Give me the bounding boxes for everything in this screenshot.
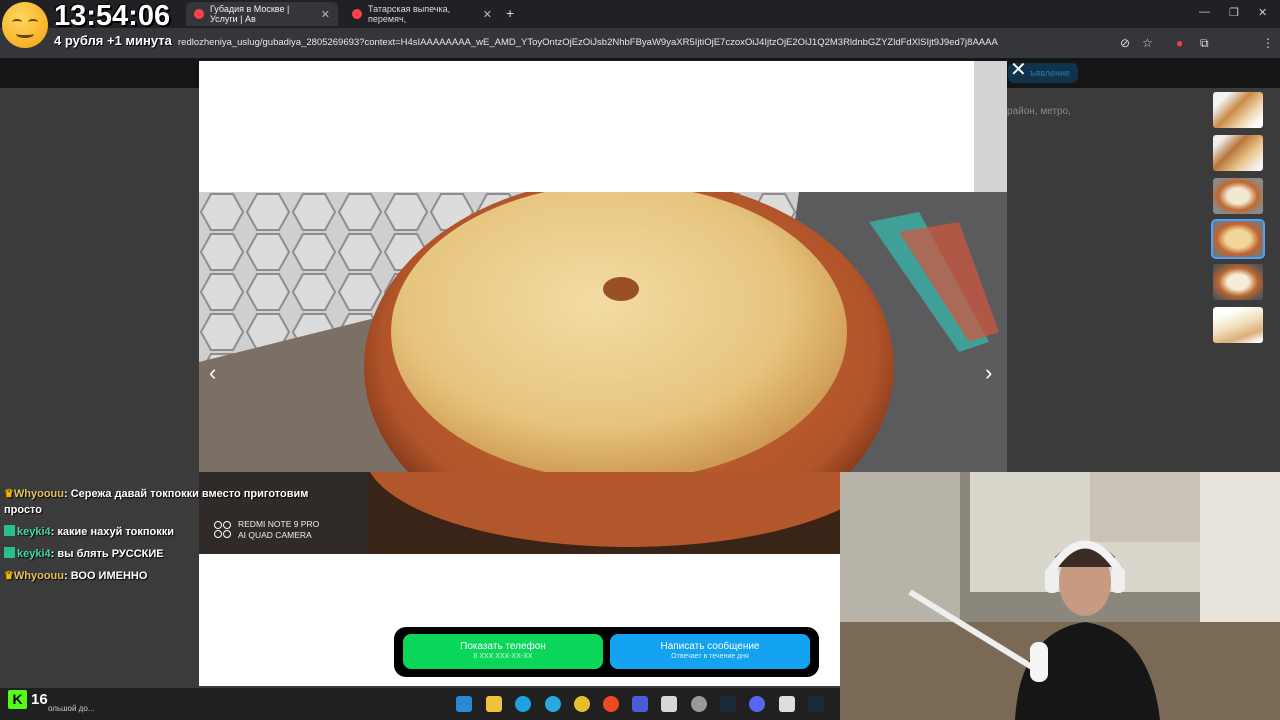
steam-icon[interactable] [720,696,736,712]
gallery-modal-top [199,61,974,192]
discord-icon[interactable] [749,696,765,712]
webcam-image [840,472,1280,720]
avito-favicon-icon [352,9,362,19]
calculator-icon[interactable] [779,696,795,712]
thumbnail-strip [1211,92,1265,350]
kick-logo-icon: K [8,690,27,709]
thumbnail-6[interactable] [1213,307,1263,343]
windows-taskbar: ольшой до... [0,688,840,720]
tracking-off-icon[interactable]: ⊘ [1120,36,1130,50]
tab-gubadiya[interactable]: Губадия в Москве | Услуги | Ав ✕ [186,2,338,26]
new-tab-button[interactable]: + [506,5,514,21]
location-hint: район, метро, [1007,106,1071,117]
thumbnail-4[interactable] [1211,219,1265,259]
menu-kebab-icon[interactable]: ⋮ [1262,36,1274,50]
avito-favicon-icon [194,9,204,19]
pie-photo [199,192,1007,472]
donation-rate-text: 4 рубля +1 минута [54,33,172,48]
kick-viewer-badge: K 16 [8,690,48,709]
kick-badge-icon [4,525,15,536]
stats-app-icon[interactable] [632,696,648,712]
app-orange-icon[interactable] [603,696,619,712]
stream-timer: 13:54:06 [54,0,171,32]
extensions-puzzle-icon[interactable]: ⧉ [1200,36,1209,51]
bookmark-star-icon[interactable]: ☆ [1142,36,1153,50]
taskbar-window-title[interactable]: ольшой до... [48,704,94,713]
gubadiya-photo-image [199,192,1007,472]
chat-message: ♛Whyoouu: ВОО ИМЕННО [4,570,148,582]
gallery-modal-edge [974,61,1007,192]
relieved-face-emoji-icon [2,2,48,48]
kick-badge-icon [4,547,15,558]
obs-icon[interactable] [691,696,707,712]
streamer-webcam [840,472,1280,720]
chat-message: keyki4: какие нахуй токпокки [4,524,344,540]
thumbnail-3[interactable] [1213,178,1263,214]
edge-browser-icon[interactable] [515,696,531,712]
write-message-button[interactable]: Написать сообщение Отвечает в течение дн… [610,634,810,669]
steam-icon-2[interactable] [808,696,824,712]
file-explorer-icon[interactable] [486,696,502,712]
tab-label: Татарская выпечка, перемяч, [368,4,451,24]
chat-message: ♛Whyoouu: Сережа давай токпокки вместо п… [4,488,309,516]
minimize-icon[interactable]: — [1199,6,1210,18]
crown-badge-icon: ♛ [4,570,14,582]
viewer-count: 16 [31,691,48,708]
notes-app-icon[interactable] [661,696,677,712]
next-photo-arrow[interactable]: › [985,360,992,386]
extension-icon[interactable]: ● [1176,36,1183,50]
thumbnail-1[interactable] [1213,92,1263,128]
show-phone-button[interactable]: Показать телефон 8 XXX XXX-XX-XX [403,634,603,669]
thumbnail-5[interactable] [1213,264,1263,300]
tab-label: Губадия в Москве | Услуги | Ав [210,4,290,24]
stream-chat: ♛Whyoouu: Сережа давай токпокки вместо п… [4,486,344,590]
crown-badge-icon: ♛ [4,488,14,500]
screen: Губадия в Москве | Услуги | Ав ✕ Татарск… [0,0,1280,720]
close-tab-icon[interactable]: ✕ [483,8,492,21]
close-tab-icon[interactable]: ✕ [321,8,330,21]
url-field[interactable]: redlozheniya_uslug/gubadiya_2805269693?c… [178,37,998,48]
address-bar: redlozheniya_uslug/gubadiya_2805269693?c… [0,28,1280,78]
chrome-icon[interactable] [574,696,590,712]
tab-tatar-pastry[interactable]: Татарская выпечка, перемяч, ✕ [344,2,500,26]
close-window-icon[interactable]: ✕ [1258,6,1267,19]
browser-tabstrip: Губадия в Москве | Услуги | Ав ✕ Татарск… [0,0,1280,28]
restore-icon[interactable]: ❐ [1229,6,1239,19]
previous-photo-arrow[interactable]: ‹ [209,360,216,386]
chat-message: keyki4: вы блять РУССКИЕ [4,546,344,562]
telegram-icon[interactable] [545,696,561,712]
start-windows-icon[interactable] [456,696,472,712]
thumbnail-2[interactable] [1213,135,1263,171]
close-gallery-icon[interactable]: ✕ [1010,60,1027,80]
